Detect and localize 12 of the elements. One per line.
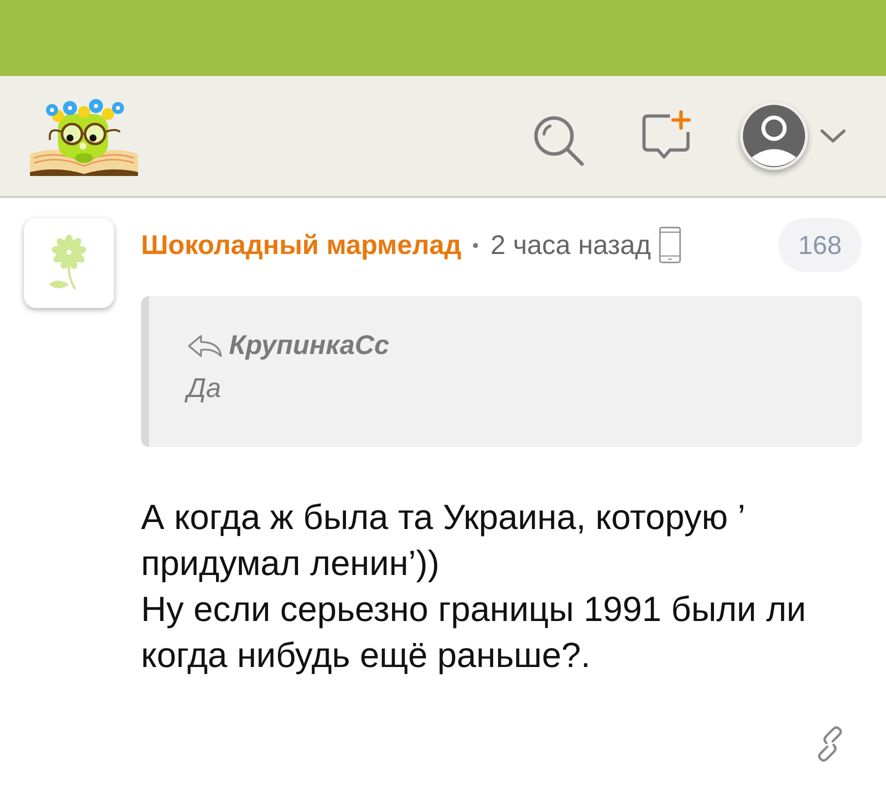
chevron-down-icon[interactable] — [820, 128, 846, 144]
quoted-text: Да — [187, 373, 222, 404]
comment-count-badge: 168 — [778, 218, 862, 272]
separator-dot-icon — [473, 242, 478, 248]
post-time: 2 часа назад — [490, 230, 651, 260]
author-name[interactable]: Шоколадный мармелад — [141, 230, 462, 260]
comment-text: А когда ж была та Украина, которую ’ придумал ленин’)) Ну если серьезно границы 1991 были ли когда нибудь ещё раньше?. — [141, 497, 808, 677]
smartphone-icon — [658, 226, 681, 264]
user-avatar-icon[interactable] — [740, 102, 808, 170]
mascot-with-book-logo-icon[interactable] — [28, 96, 140, 176]
quoted-author[interactable]: КрупинкаСс — [229, 330, 390, 361]
reply-arrow-icon — [187, 334, 223, 358]
